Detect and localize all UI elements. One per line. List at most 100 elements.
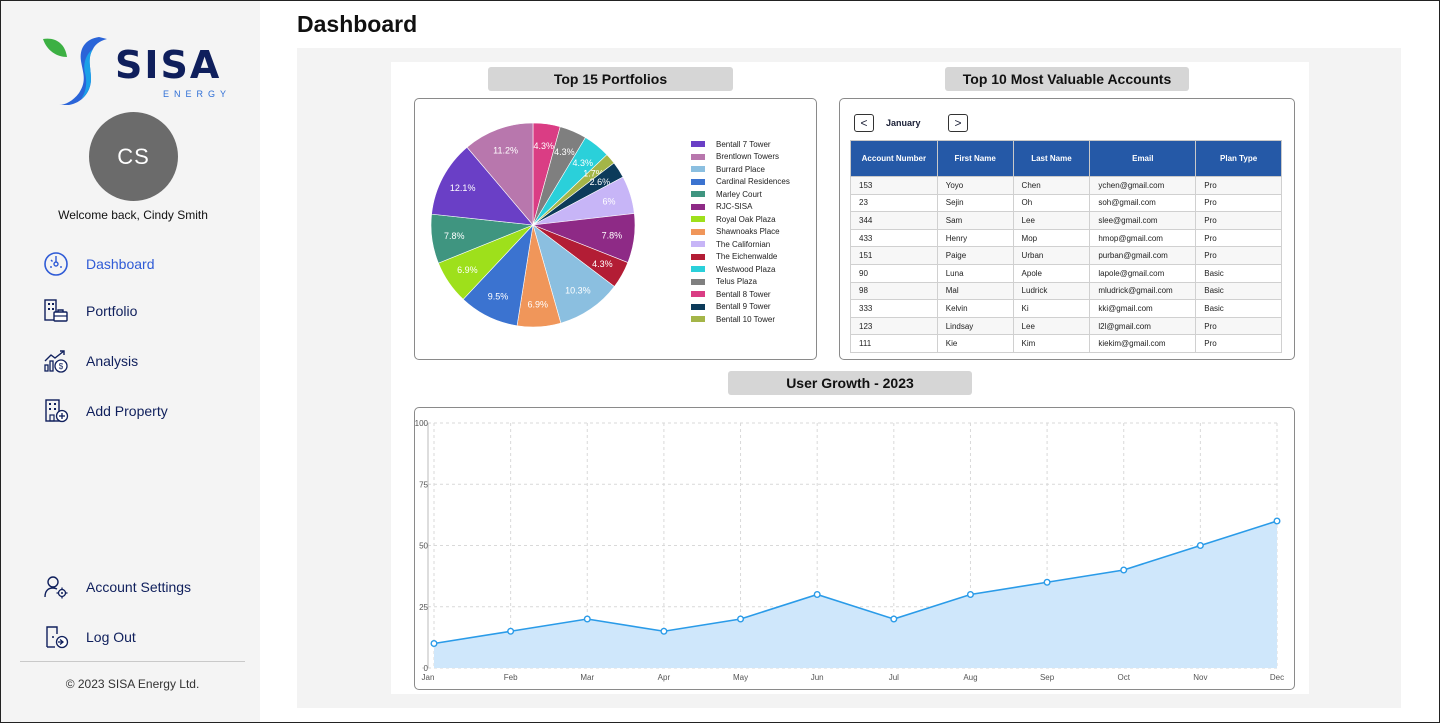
sidebar-item-label: Add Property	[86, 403, 168, 419]
table-cell: Oh	[1012, 193, 1091, 213]
legend-swatch	[691, 141, 705, 148]
table-cell: Paige	[936, 246, 1014, 265]
sidebar-item-label: Account Settings	[86, 579, 192, 595]
table-cell: Ki	[1012, 299, 1091, 318]
legend-item[interactable]: Shawnoaks Place	[691, 226, 790, 239]
table-cell: 90	[850, 263, 938, 283]
table-row[interactable]: 344 Sam Lee slee@gmail.com Pro	[850, 211, 1282, 230]
table-cell: Pro	[1195, 246, 1282, 265]
table-row[interactable]: 123 Lindsay Lee l2l@gmail.com Pro	[850, 316, 1282, 336]
table-cell: Lee	[1012, 316, 1091, 336]
sidebar-item-account-settings[interactable]: Account Settings	[42, 573, 191, 601]
legend-item[interactable]: Bentall 9 Tower	[691, 301, 790, 314]
avatar[interactable]: CS	[89, 112, 178, 201]
table-cell: kiekim@gmail.com	[1089, 334, 1197, 353]
legend-item[interactable]: The Californian	[691, 238, 790, 251]
sidebar-item-dashboard[interactable]: Dashboard	[42, 250, 155, 278]
legend-item[interactable]: Brentlown Towers	[691, 151, 790, 164]
legend-swatch	[691, 316, 705, 323]
sidebar-item-portfolio[interactable]: Portfolio	[42, 297, 137, 325]
legend-label: RJC-SISA	[716, 202, 753, 212]
legend-label: Telus Plaza	[716, 277, 757, 287]
next-month-button[interactable]: >	[948, 114, 968, 132]
table-row[interactable]: 153 Yoyo Chen ychen@gmail.com Pro	[850, 176, 1282, 195]
sidebar-item-label: Log Out	[86, 629, 136, 645]
table-column-header[interactable]: Plan Type	[1195, 140, 1282, 177]
table-row[interactable]: 98 Mal Ludrick mludrick@gmail.com Basic	[850, 281, 1282, 301]
legend-item[interactable]: Burrard Place	[691, 163, 790, 176]
legend-item[interactable]: The Eichenwalde	[691, 251, 790, 264]
sidebar-divider	[20, 661, 245, 662]
table-column-header[interactable]: First Name	[936, 140, 1014, 177]
table-column-header[interactable]: Email	[1089, 140, 1197, 177]
table-cell: 111	[850, 334, 938, 353]
data-point[interactable]	[1120, 566, 1128, 574]
sidebar-item-add-property[interactable]: Add Property	[42, 397, 168, 425]
table-row[interactable]: 111 Kie Kim kiekim@gmail.com Pro	[850, 334, 1282, 353]
data-point[interactable]	[813, 590, 821, 598]
prev-month-button[interactable]: <	[854, 114, 874, 132]
data-point[interactable]	[1043, 578, 1051, 586]
data-point[interactable]	[737, 615, 745, 623]
data-point[interactable]	[507, 627, 515, 635]
sidebar-item-log-out[interactable]: Log Out	[42, 623, 136, 651]
legend-item[interactable]: Telus Plaza	[691, 276, 790, 289]
pie-slice-label: 10.3%	[565, 286, 591, 296]
legend-swatch	[691, 278, 705, 285]
legend-item[interactable]: Bentall 7 Tower	[691, 138, 790, 151]
legend-label: The Californian	[716, 239, 771, 249]
table-row[interactable]: 23 Sejin Oh soh@gmail.com Pro	[850, 193, 1282, 213]
table-cell: Lindsay	[936, 316, 1014, 336]
data-point[interactable]	[430, 639, 438, 647]
pie-slice-label: 9.5%	[488, 291, 509, 301]
pie-slice-label: 11.2%	[493, 145, 518, 155]
data-point[interactable]	[966, 590, 974, 598]
user-growth-chart: 0255075100Jan Feb Mar Apr May Jun Jul Aug Sep Oct…	[415, 419, 1284, 682]
table-cell: kki@gmail.com	[1089, 299, 1197, 318]
logo-mark-icon	[43, 37, 107, 105]
legend-item[interactable]: Bentall 8 Tower	[691, 288, 790, 301]
area-fill	[434, 521, 1277, 668]
legend-item[interactable]: RJC-SISA	[691, 201, 790, 214]
legend-swatch	[691, 228, 705, 235]
legend-item[interactable]: Bentall 10 Tower	[691, 313, 790, 326]
legend-label: Cardinal Residences	[716, 177, 790, 187]
data-point[interactable]	[890, 615, 898, 623]
data-point[interactable]	[660, 627, 668, 635]
y-tick-label: 75	[419, 480, 428, 489]
user-gear-icon	[42, 573, 70, 601]
sidebar-item-analysis[interactable]: $ Analysis	[42, 347, 138, 375]
pie-slice-label: 4.3%	[554, 147, 575, 157]
data-point[interactable]	[1273, 517, 1281, 525]
table-row[interactable]: 433 Henry Mop hmop@gmail.com Pro	[850, 228, 1282, 248]
table-cell: Ludrick	[1012, 281, 1091, 301]
accounts-table: Account Number First Name Last Name Email Pl…	[850, 140, 1282, 353]
data-point[interactable]	[1196, 541, 1204, 549]
table-cell: Luna	[936, 263, 1014, 283]
legend-item[interactable]: Marley Court	[691, 188, 790, 201]
legend-swatch	[691, 216, 705, 223]
copyright: © 2023 SISA Energy Ltd.	[65, 677, 200, 691]
data-point[interactable]	[583, 615, 591, 623]
table-column-header[interactable]: Account Number	[850, 140, 938, 177]
table-row[interactable]: 90 Luna Apole lapole@gmail.com Basic	[850, 263, 1282, 283]
legend-label: Bentall 10 Tower	[716, 314, 775, 324]
table-cell: mludrick@gmail.com	[1089, 281, 1197, 301]
table-cell: Henry	[936, 228, 1014, 248]
pie-slice-label: 6.9%	[457, 265, 478, 275]
legend-item[interactable]: Royal Oak Plaza	[691, 213, 790, 226]
table-cell: 433	[850, 228, 938, 248]
door-exit-icon	[42, 623, 70, 651]
x-tick-label: Jul	[889, 673, 899, 682]
y-tick-label: 100	[415, 419, 429, 428]
table-row[interactable]: 333 Kelvin Ki kki@gmail.com Basic	[850, 299, 1282, 318]
table-column-header[interactable]: Last Name	[1012, 140, 1091, 177]
x-tick-label: Nov	[1193, 673, 1207, 682]
table-row[interactable]: 151 Paige Urban purban@gmail.com Pro	[850, 246, 1282, 265]
sidebar-item-label: Dashboard	[86, 256, 155, 272]
legend-item[interactable]: Westwood Plaza	[691, 263, 790, 276]
y-tick-label: 25	[419, 603, 428, 612]
table-cell: Lee	[1012, 211, 1091, 230]
x-tick-label: Jun	[811, 673, 824, 682]
legend-item[interactable]: Cardinal Residences	[691, 176, 790, 189]
